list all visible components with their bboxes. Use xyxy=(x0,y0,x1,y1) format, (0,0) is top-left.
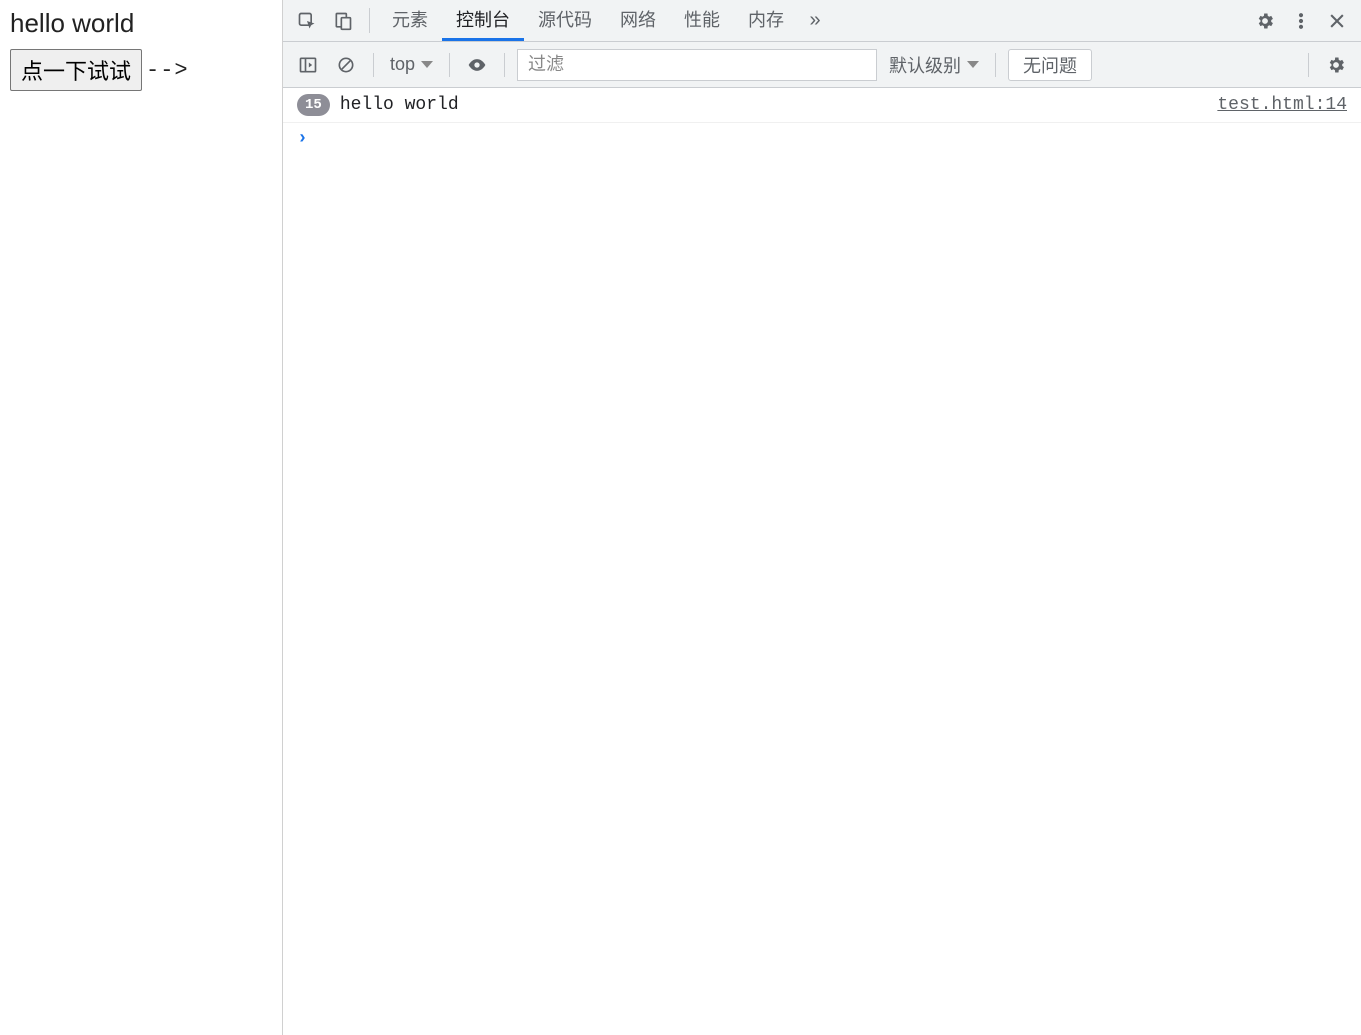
rendered-page-pane: hello world 点一下试试 --> xyxy=(0,0,283,1035)
page-button-row: 点一下试试 --> xyxy=(10,49,272,91)
console-log-area: 15 hello world test.html:14 › xyxy=(283,88,1361,1035)
tab-elements[interactable]: 元素 xyxy=(378,0,442,41)
kebab-menu-icon[interactable] xyxy=(1283,0,1319,41)
clear-console-icon[interactable] xyxy=(331,50,361,80)
page-heading: hello world xyxy=(10,8,272,39)
tab-network[interactable]: 网络 xyxy=(606,0,670,41)
execution-context-selector[interactable]: top xyxy=(386,54,437,75)
toolbar-divider-2 xyxy=(449,53,450,77)
chevron-down-icon xyxy=(421,61,433,68)
tab-performance[interactable]: 性能 xyxy=(670,0,734,41)
tabbar-divider xyxy=(369,8,370,33)
toolbar-divider-1 xyxy=(373,53,374,77)
tab-memory[interactable]: 内存 xyxy=(734,0,798,41)
more-tabs-icon[interactable]: » xyxy=(798,0,832,41)
device-toggle-icon[interactable] xyxy=(325,0,361,41)
chevron-down-icon xyxy=(967,61,979,68)
log-message-text: hello world xyxy=(340,95,459,115)
devtools-tabbar: 元素 控制台 源代码 网络 性能 内存 » xyxy=(283,0,1361,42)
log-source-link[interactable]: test.html:14 xyxy=(1217,95,1347,115)
toolbar-divider-3 xyxy=(504,53,505,77)
arrow-text: --> xyxy=(146,58,189,83)
try-click-button[interactable]: 点一下试试 xyxy=(10,49,142,91)
console-prompt-input[interactable] xyxy=(318,129,1347,149)
level-label: 默认级别 xyxy=(889,52,961,78)
console-log-row: 15 hello world test.html:14 xyxy=(283,88,1361,123)
devtools-panel: 元素 控制台 源代码 网络 性能 内存 » top xyxy=(283,0,1361,1035)
console-prompt-row: › xyxy=(283,123,1361,155)
inspect-element-icon[interactable] xyxy=(289,0,325,41)
toolbar-divider-5 xyxy=(1308,53,1309,77)
log-repeat-count-badge: 15 xyxy=(297,94,330,116)
context-label: top xyxy=(390,54,415,75)
close-devtools-icon[interactable] xyxy=(1319,0,1355,41)
tab-console[interactable]: 控制台 xyxy=(442,0,524,41)
tabbar-spacer xyxy=(832,0,1247,41)
tab-sources[interactable]: 源代码 xyxy=(524,0,606,41)
log-level-selector[interactable]: 默认级别 xyxy=(885,52,983,78)
no-issues-button[interactable]: 无问题 xyxy=(1008,49,1092,81)
live-expression-eye-icon[interactable] xyxy=(462,50,492,80)
settings-gear-icon[interactable] xyxy=(1247,0,1283,41)
console-settings-gear-icon[interactable] xyxy=(1321,50,1351,80)
toolbar-divider-4 xyxy=(995,53,996,77)
prompt-caret-icon: › xyxy=(297,129,308,149)
console-toolbar: top 默认级别 无问题 xyxy=(283,42,1361,88)
toggle-sidebar-icon[interactable] xyxy=(293,50,323,80)
console-filter-input[interactable] xyxy=(517,49,877,81)
